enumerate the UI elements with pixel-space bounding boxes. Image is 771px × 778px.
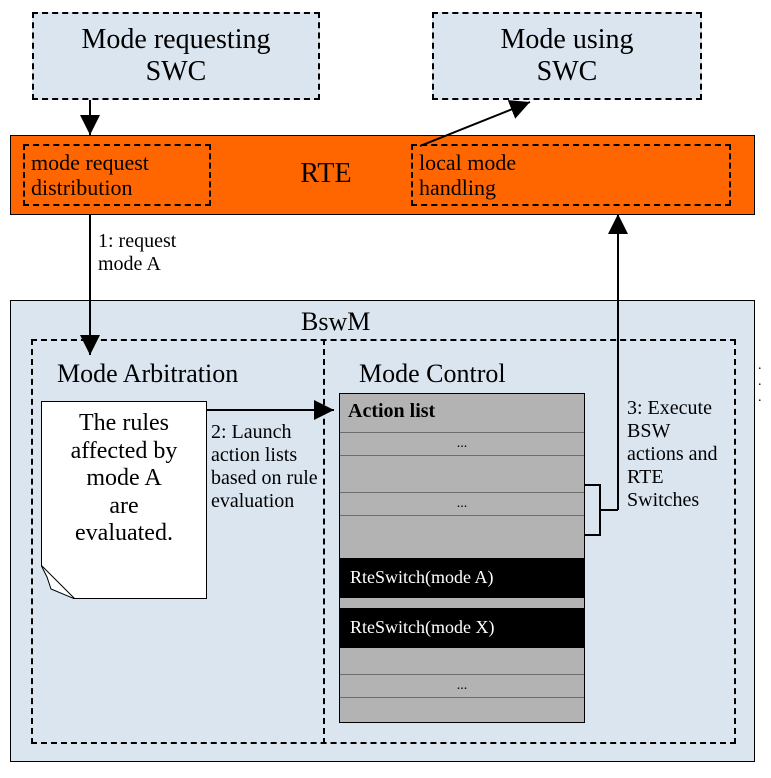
mode-control-title: Mode Control [359,359,506,389]
swc-mode-requesting: Mode requesting SWC [32,12,320,100]
action-list-row-rteswitch-a: RteSwitch(mode A) [340,558,584,598]
bswm-divider [323,339,325,744]
step1-label: 1: request mode A [98,230,176,276]
bswm-container: BswM Mode Arbitration Mode Control The r… [10,300,755,762]
swc-mode-requesting-label: Mode requesting SWC [34,24,318,88]
action-list-row-rteswitch-x: RteSwitch(mode X) [340,608,584,648]
rte-mode-request-distribution: mode request distribution [23,144,211,206]
page-curl-icon [41,565,75,599]
action-list-row: ... [340,492,584,516]
mode-arbitration-title: Mode Arbitration [57,359,238,389]
swc-mode-using: Mode using SWC [432,12,702,100]
rte-label: RTE [286,158,366,190]
rules-note: The rules affected by mode A are evaluat… [41,401,207,599]
swc-mode-using-label: Mode using SWC [434,24,700,88]
rules-note-text: The rules affected by mode A are evaluat… [42,410,206,548]
action-list-panel: Action list ... ... RteSwitch(mode A) Rt… [339,393,585,723]
rte-dist-label: mode request distribution [31,150,149,201]
rte-local-label: local mode handling [419,150,516,201]
rte-local-mode-handling: local mode handling [411,144,731,206]
rte-bar: RTE mode request distribution local mode… [10,135,755,215]
step2-label: 2: Launch action lists based on rule eva… [211,421,318,513]
action-list-header: Action list [348,400,435,423]
action-list-row: ... [340,674,584,698]
diagram-canvas: Mode requesting SWC Mode using SWC RTE m… [0,0,771,778]
bswm-title: BswM [301,307,370,337]
ellipsis-dots: . . . [758,358,771,406]
step3-label: 3: Execute BSW actions and RTE Switches [627,397,718,512]
action-list-row: ... [340,432,584,456]
